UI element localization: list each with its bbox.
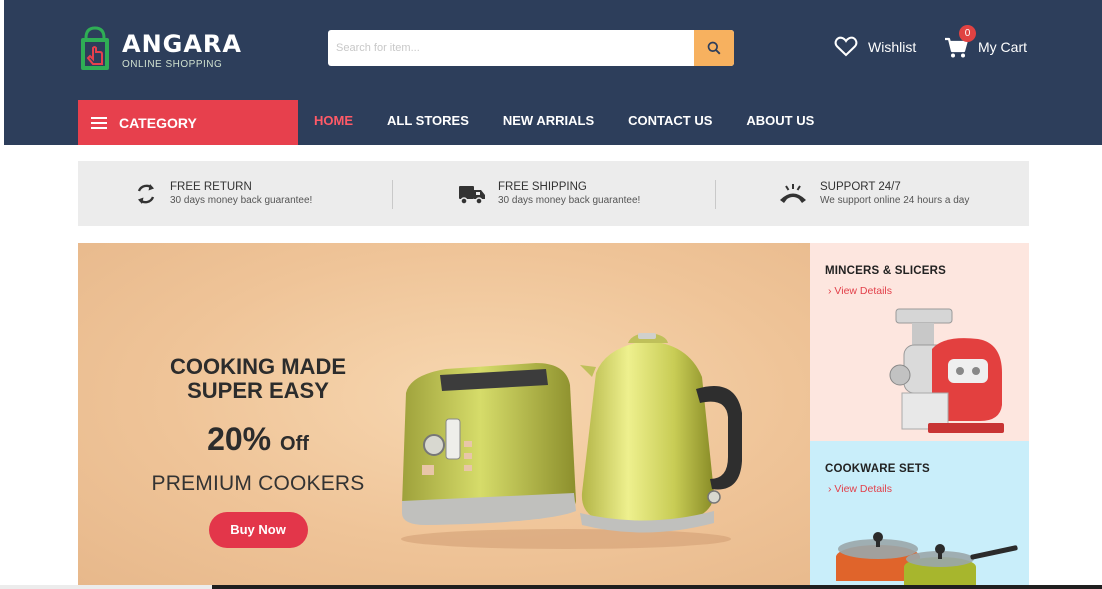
mincers-banner[interactable]: MINCERS & SLICERS › View Details	[810, 243, 1029, 441]
divider	[392, 180, 393, 209]
refresh-icon	[134, 182, 158, 206]
side-banner-title: COOKWARE SETS	[825, 463, 930, 475]
hero-discount: 20% Off	[138, 421, 378, 458]
category-label: CATEGORY	[119, 114, 197, 131]
hero-banner[interactable]: COOKING MADE SUPER EASY 20% Off PREMIUM …	[78, 243, 810, 585]
feature-title: FREE SHIPPING	[498, 180, 587, 193]
wishlist-link[interactable]: Wishlist	[834, 36, 916, 57]
nav-contact-us[interactable]: CONTACT US	[628, 113, 712, 128]
feature-title: SUPPORT 24/7	[820, 180, 901, 193]
nav-about-us[interactable]: ABOUT US	[746, 113, 814, 128]
search-button[interactable]	[694, 30, 734, 66]
feature-free-shipping: FREE SHIPPING 30 days money back guarant…	[458, 161, 640, 226]
cart-icon: 0	[944, 25, 976, 60]
cart-count-badge: 0	[959, 25, 976, 42]
search-icon	[707, 41, 721, 55]
main-nav: HOME ALL STORES NEW ARRIALS CONTACT US A…	[314, 113, 848, 128]
toaster-kettle-image	[401, 333, 742, 549]
feature-subtitle: 30 days money back guarantee!	[170, 194, 313, 206]
bottom-bar	[0, 585, 1102, 589]
brand-name: ANGARA	[122, 29, 242, 58]
feature-subtitle: 30 days money back guarantee!	[498, 194, 641, 206]
hamburger-icon	[91, 116, 107, 129]
discount-suffix: Off	[280, 433, 309, 455]
nav-all-stores[interactable]: ALL STORES	[387, 113, 469, 128]
side-banner-title: MINCERS & SLICERS	[825, 265, 946, 277]
page: ANGARA ONLINE SHOPPING Wishlist	[4, 0, 1102, 585]
category-button[interactable]: CATEGORY	[78, 100, 298, 145]
truck-icon	[458, 182, 486, 206]
meat-mincer-image	[889, 308, 1004, 433]
buy-now-button[interactable]: Buy Now	[208, 512, 308, 548]
cookware-banner[interactable]: COOKWARE SETS › View Details	[810, 441, 1029, 585]
feature-free-return: FREE RETURN 30 days money back guarantee…	[134, 161, 312, 226]
feature-support: SUPPORT 24/7 We support online 24 hours …	[778, 161, 969, 226]
nav-new-arrivals[interactable]: NEW ARRIALS	[503, 113, 594, 128]
logo[interactable]: ANGARA ONLINE SHOPPING	[78, 26, 242, 74]
hero-headline-2: SUPER EASY	[187, 378, 329, 403]
brand-tagline: ONLINE SHOPPING	[122, 58, 223, 70]
view-details-link[interactable]: › View Details	[828, 483, 892, 495]
cart-link[interactable]: 0 My Cart	[944, 25, 1027, 60]
view-details-label: View Details	[834, 285, 893, 297]
view-details-link[interactable]: › View Details	[828, 285, 892, 297]
search-bar	[328, 30, 734, 66]
phone-icon	[778, 182, 808, 206]
divider	[715, 180, 716, 209]
heart-icon	[834, 36, 858, 57]
discount-value: 20%	[207, 421, 272, 457]
hero-headline-1: COOKING MADE	[170, 354, 346, 379]
search-input[interactable]	[328, 30, 694, 66]
hero-text: COOKING MADE SUPER EASY 20% Off PREMIUM …	[138, 355, 378, 548]
wishlist-label: Wishlist	[868, 38, 917, 55]
feature-subtitle: We support online 24 hours a day	[820, 194, 970, 206]
view-details-label: View Details	[834, 483, 893, 495]
cookware-set-image	[836, 532, 1018, 585]
shopping-bag-icon	[78, 26, 112, 74]
feature-title: FREE RETURN	[170, 180, 252, 193]
bottom-bar-left	[0, 585, 212, 589]
nav-home[interactable]: HOME	[314, 113, 353, 128]
header-bar: ANGARA ONLINE SHOPPING Wishlist	[4, 0, 1102, 145]
hero-subtitle: PREMIUM COOKERS	[151, 472, 365, 495]
features-strip: FREE RETURN 30 days money back guarantee…	[78, 161, 1029, 226]
cart-label: My Cart	[978, 39, 1027, 55]
